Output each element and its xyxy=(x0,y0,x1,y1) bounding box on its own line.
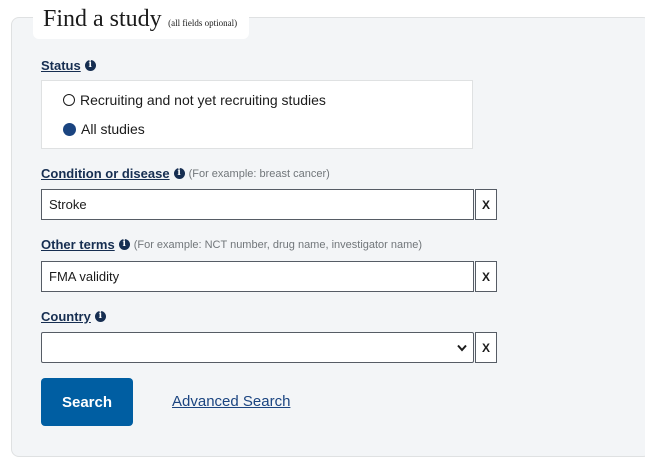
condition-label-row: Condition or disease i (For example: bre… xyxy=(41,166,330,181)
country-select[interactable] xyxy=(41,332,474,363)
country-clear-button[interactable]: X xyxy=(475,332,497,363)
condition-hint: (For example: breast cancer) xyxy=(188,167,330,180)
condition-label[interactable]: Condition or disease xyxy=(41,166,170,181)
country-label-row: Country i xyxy=(41,309,106,324)
form-title-note: (all fields optional) xyxy=(168,18,238,28)
status-option-label: Recruiting and not yet recruiting studie… xyxy=(80,92,326,108)
country-label[interactable]: Country xyxy=(41,309,91,324)
search-button[interactable]: Search xyxy=(41,378,133,426)
other-terms-clear-button[interactable]: X xyxy=(475,261,497,292)
condition-clear-button[interactable]: X xyxy=(475,189,497,220)
form-legend: Find a study (all fields optional) xyxy=(33,2,250,39)
status-label[interactable]: Status xyxy=(41,58,81,73)
info-icon[interactable]: i xyxy=(118,239,130,250)
form-title: Find a study xyxy=(43,6,162,32)
radio-checked-icon[interactable] xyxy=(63,122,76,136)
info-icon[interactable]: i xyxy=(84,60,96,71)
advanced-search-link[interactable]: Advanced Search xyxy=(172,393,290,410)
other-terms-label[interactable]: Other terms xyxy=(41,237,115,252)
other-terms-label-row: Other terms i (For example: NCT number, … xyxy=(41,237,422,252)
status-option-label: All studies xyxy=(81,121,145,137)
status-radio-group: Recruiting and not yet recruiting studie… xyxy=(41,80,473,149)
status-option-all[interactable]: All studies xyxy=(63,121,145,137)
other-terms-hint: (For example: NCT number, drug name, inv… xyxy=(133,238,423,251)
chevron-down-icon xyxy=(457,344,467,352)
status-label-row: Status i xyxy=(41,58,96,73)
other-terms-input[interactable]: FMA validity xyxy=(41,261,474,292)
info-icon[interactable]: i xyxy=(173,168,185,179)
radio-unchecked-icon[interactable] xyxy=(63,94,75,106)
condition-input[interactable]: Stroke xyxy=(41,189,474,220)
status-option-recruiting[interactable]: Recruiting and not yet recruiting studie… xyxy=(63,92,326,108)
info-icon[interactable]: i xyxy=(94,311,106,322)
